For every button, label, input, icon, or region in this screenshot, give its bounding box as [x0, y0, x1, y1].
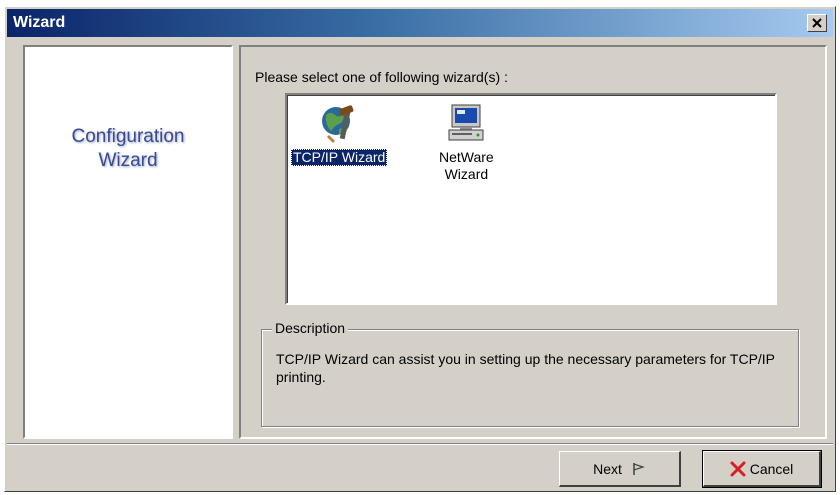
red-x-icon	[730, 461, 746, 477]
sidebar-title: Configuration Wizard	[25, 125, 231, 173]
wizard-window: Wizard Configuration Wizard Please selec…	[4, 6, 836, 492]
tcpip-wizard-label: TCP/IP Wizard	[291, 149, 388, 166]
description-text: TCP/IP Wizard can assist you in setting …	[276, 351, 775, 385]
wizard-prompt: Please select one of following wizard(s)…	[255, 69, 508, 85]
wizard-list[interactable]: TCP/IP Wizard NetWare Wizard	[285, 93, 777, 305]
title-bar[interactable]: Wizard	[7, 9, 833, 37]
sidebar-panel: Configuration Wizard	[23, 45, 233, 439]
description-legend: Description	[272, 320, 349, 336]
computer-icon	[448, 104, 484, 141]
netware-wizard-label: NetWare Wizard	[437, 149, 496, 183]
cancel-button[interactable]: Cancel	[702, 450, 822, 488]
netware-wizard-label-line2: Wizard	[444, 166, 489, 182]
close-icon	[812, 18, 822, 28]
globe-tools-icon	[322, 105, 354, 143]
sidebar-title-line2: Wizard	[98, 150, 158, 171]
list-item-tcpip-wizard[interactable]: TCP/IP Wizard	[291, 101, 388, 166]
window-title: Wizard	[13, 14, 66, 31]
list-item-netware-wizard[interactable]: NetWare Wizard	[437, 101, 496, 183]
cancel-button-label: Cancel	[749, 460, 794, 477]
description-group: Description TCP/IP Wizard can assist you…	[261, 320, 799, 427]
flag-icon	[632, 462, 646, 476]
next-button[interactable]: Next	[559, 451, 681, 487]
main-panel: Please select one of following wizard(s)…	[239, 45, 827, 439]
netware-wizard-label-line1: NetWare	[439, 149, 494, 165]
sidebar-title-line1: Configuration	[71, 126, 185, 147]
close-button[interactable]	[807, 14, 827, 32]
footer-divider	[7, 443, 833, 445]
next-button-label: Next	[593, 460, 622, 477]
